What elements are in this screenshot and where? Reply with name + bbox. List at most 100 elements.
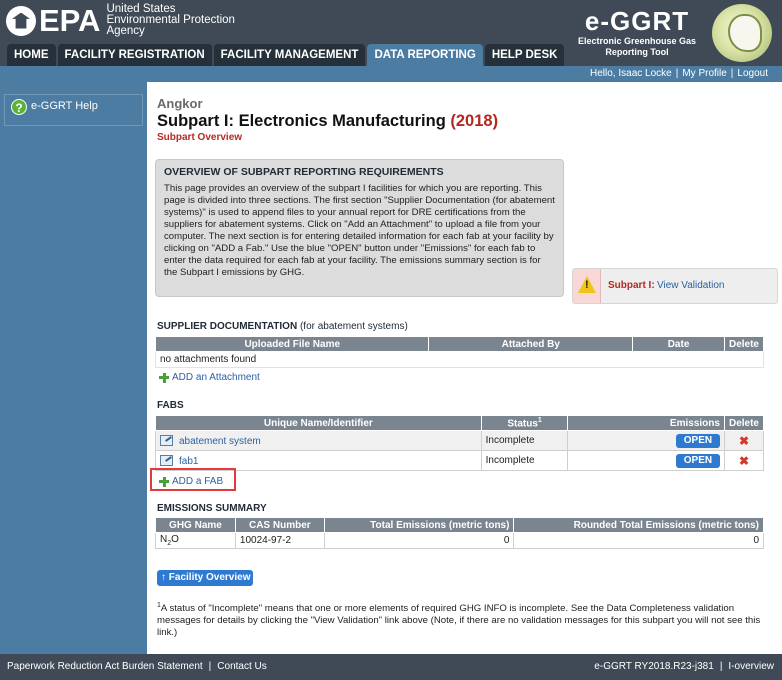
column-header: Total Emissions (metric tons): [323, 517, 515, 533]
table-header-row: Uploaded File Name Attached By Date Dele…: [154, 336, 765, 352]
footnote-text: A status of "Incomplete" means that one …: [157, 603, 761, 639]
delete-icon[interactable]: ✖: [739, 434, 749, 448]
validation-label: Subpart I:: [608, 280, 655, 291]
view-validation-link[interactable]: View Validation: [657, 280, 724, 291]
page-subtitle: Subpart Overview: [157, 132, 243, 143]
fab-delete-cell: ✖: [723, 450, 765, 471]
column-header: Date: [632, 336, 725, 352]
footer-version: e-GGRT RY2018.R23-j381 | I-overview: [594, 654, 774, 680]
facility-overview-label: Facility Overview: [168, 572, 251, 583]
add-fab-label: ADD a FAB: [172, 476, 224, 487]
cas-number: 10024-97-2: [234, 532, 325, 549]
open-button[interactable]: OPEN: [675, 433, 720, 448]
fab-status: Incomplete: [480, 450, 569, 471]
table-row: no attachments found: [155, 351, 764, 368]
add-attachment-link[interactable]: ADD an Attachment: [159, 372, 260, 383]
add-fab-link[interactable]: ADD a FAB: [159, 476, 223, 487]
main-content: Angkor Subpart I: Electronics Manufactur…: [147, 82, 782, 654]
fab-emissions-cell: OPEN: [567, 430, 725, 451]
my-profile-link[interactable]: My Profile: [682, 68, 726, 79]
warning-mark: !: [585, 279, 589, 291]
open-button[interactable]: OPEN: [675, 453, 720, 468]
fabs-table: Unique Name/Identifier Status1 Emissions…: [155, 415, 765, 471]
status-header-text: Status: [507, 418, 538, 430]
emissions-table: GHG Name CAS Number Total Emissions (met…: [155, 517, 764, 549]
tab-help-desk[interactable]: HELP DESK: [484, 44, 565, 66]
eggrt-logo: e-GGRT Electronic Greenhouse Gas Reporti…: [577, 6, 697, 57]
rounded-emissions: 0: [513, 532, 764, 549]
user-greeting: Hello, Isaac Locke: [590, 68, 672, 79]
logout-link[interactable]: Logout: [737, 68, 768, 79]
agency-name: United States Environmental Protection A…: [106, 3, 235, 37]
epa-logo[interactable]: EPA United States Environmental Protecti…: [6, 2, 235, 38]
user-bar: Hello, Isaac Locke | My Profile | Logout: [0, 66, 782, 82]
plus-icon: [159, 476, 169, 487]
edit-icon[interactable]: [160, 434, 173, 446]
column-header: Delete: [723, 415, 765, 431]
column-header: GHG Name: [155, 517, 236, 533]
version-text: e-GGRT RY2018.R23-j381: [594, 661, 714, 672]
column-header: Delete: [723, 336, 765, 352]
help-label: e-GGRT Help: [31, 100, 98, 112]
facility-overview-button[interactable]: ↑ Facility Overview: [157, 570, 253, 586]
sidebar: ? e-GGRT Help: [0, 82, 147, 654]
separator: |: [675, 68, 679, 79]
column-header: Status1: [480, 415, 569, 431]
column-header: Rounded Total Emissions (metric tons): [513, 517, 764, 533]
footer-links: Paperwork Reduction Act Burden Statement…: [7, 654, 267, 680]
epa-flower-icon: [6, 5, 36, 36]
column-header: CAS Number: [234, 517, 325, 533]
fabs-section-title: FABS: [157, 400, 184, 411]
fab-delete-cell: ✖: [723, 430, 765, 451]
empty-message: no attachments found: [155, 351, 764, 368]
warning-panel: !: [573, 269, 601, 303]
help-link[interactable]: ? e-GGRT Help: [4, 94, 143, 126]
tab-facility-management[interactable]: FACILITY MANAGEMENT: [213, 44, 366, 66]
total-emissions: 0: [323, 532, 515, 549]
page-title-text: Subpart I: Electronics Manufacturing: [157, 112, 446, 130]
fab-status: Incomplete: [480, 430, 569, 451]
main-nav: HOME FACILITY REGISTRATION FACILITY MANA…: [7, 44, 566, 66]
footnote: 1A status of "Incomplete" means that one…: [157, 600, 777, 639]
epa-wordmark: EPA: [39, 2, 101, 38]
reporting-year: (2018): [450, 112, 499, 130]
edit-icon[interactable]: [160, 454, 173, 466]
tab-facility-registration[interactable]: FACILITY REGISTRATION: [57, 44, 212, 66]
table-header-row: Unique Name/Identifier Status1 Emissions…: [155, 415, 765, 431]
column-header: Emissions: [567, 415, 725, 431]
separator: |: [208, 661, 212, 672]
fab-name-link[interactable]: fab1: [179, 456, 198, 467]
table-row: fab1 Incomplete OPEN ✖: [155, 450, 765, 471]
supplier-table: Uploaded File Name Attached By Date Dele…: [154, 336, 765, 368]
help-icon: ?: [11, 99, 27, 115]
overview-text: This page provides an overview of the su…: [164, 183, 555, 278]
column-header: Unique Name/Identifier: [155, 415, 482, 431]
table-row: abatement system Incomplete OPEN ✖: [155, 430, 765, 451]
fab-name-cell: abatement system: [155, 430, 482, 451]
eggrt-bird-icon: [712, 4, 772, 62]
delete-icon[interactable]: ✖: [739, 454, 749, 468]
add-attachment-label: ADD an Attachment: [172, 372, 260, 383]
tab-home[interactable]: HOME: [7, 44, 56, 66]
contact-us-link[interactable]: Contact Us: [217, 661, 266, 672]
fab-emissions-cell: OPEN: [567, 450, 725, 471]
table-header-row: GHG Name CAS Number Total Emissions (met…: [155, 517, 764, 533]
plus-icon: [159, 372, 169, 383]
supplier-section-title: SUPPLIER DOCUMENTATION (for abatement sy…: [157, 321, 408, 332]
separator: |: [719, 661, 723, 672]
fab-name-link[interactable]: abatement system: [179, 436, 261, 447]
supplier-title-text: SUPPLIER DOCUMENTATION: [157, 321, 298, 332]
paperwork-link[interactable]: Paperwork Reduction Act Burden Statement: [7, 661, 203, 672]
up-arrow-icon: ↑: [161, 572, 166, 583]
ghg-name: N2O: [155, 532, 236, 549]
validation-box: ! Subpart I: View Validation: [572, 268, 778, 304]
separator: |: [730, 68, 734, 79]
page-id: I-overview: [728, 661, 774, 672]
site-footer: Paperwork Reduction Act Burden Statement…: [0, 654, 782, 680]
table-row: N2O 10024-97-2 0 0: [155, 532, 764, 549]
tab-data-reporting[interactable]: DATA REPORTING: [367, 44, 483, 66]
overview-box: OVERVIEW OF SUBPART REPORTING REQUIREMEN…: [155, 159, 564, 297]
supplier-title-note: (for abatement systems): [299, 321, 408, 332]
column-header: Uploaded File Name: [154, 336, 430, 352]
column-header: Attached By: [428, 336, 634, 352]
